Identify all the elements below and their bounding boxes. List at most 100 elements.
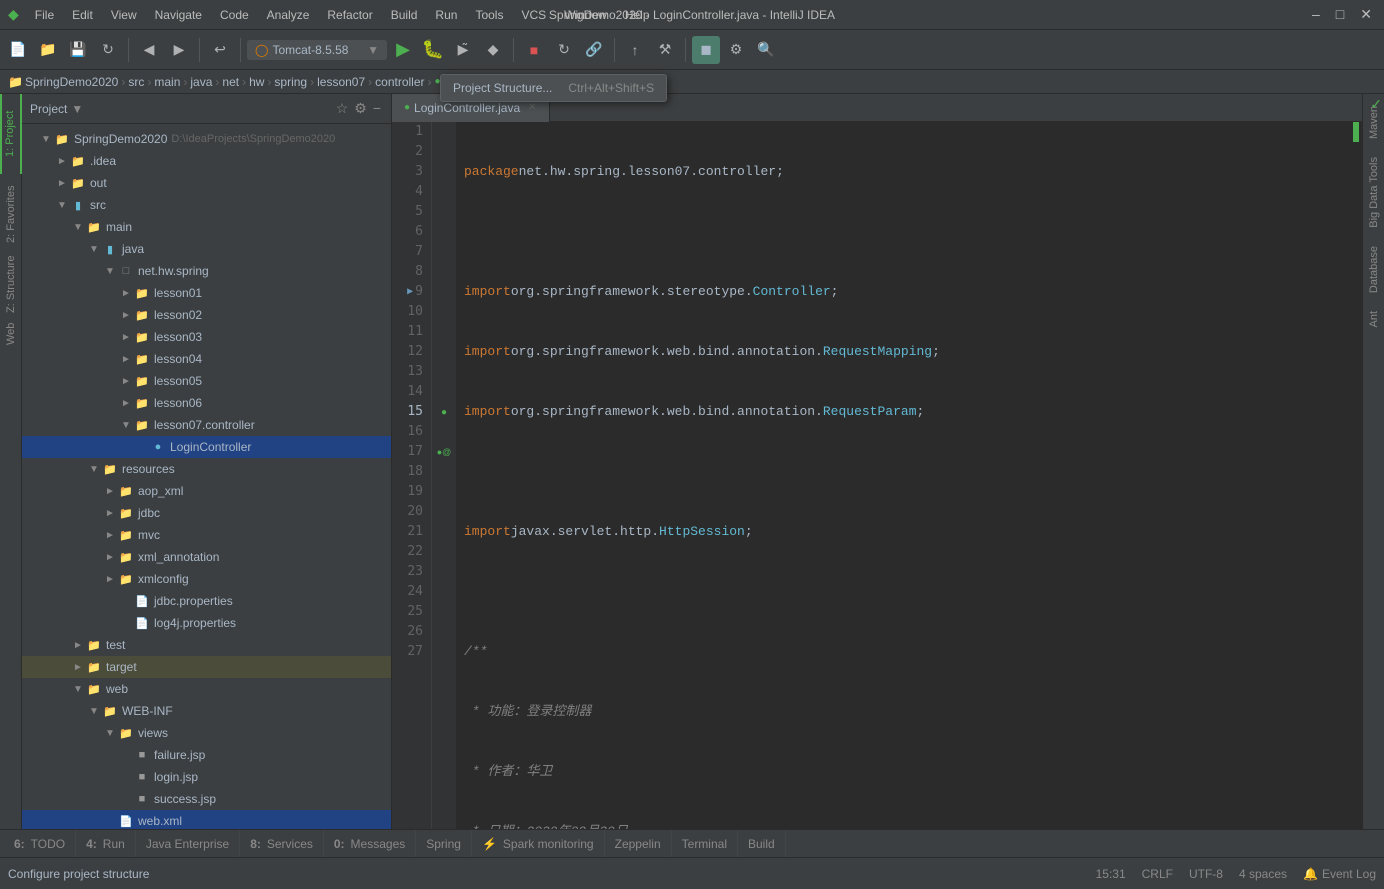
run-tab[interactable]: 4: Run — [76, 830, 136, 858]
tree-jdbc-properties[interactable]: 📄 jdbc.properties — [22, 590, 391, 612]
breadcrumb-src[interactable]: src — [128, 75, 144, 89]
database-panel-button[interactable]: Database — [1365, 238, 1383, 301]
ant-panel-button[interactable]: Ant — [1365, 303, 1383, 336]
tree-lesson01[interactable]: ► 📁 lesson01 — [22, 282, 391, 304]
tree-xmlconfig[interactable]: ► 📁 xmlconfig — [22, 568, 391, 590]
stop-button[interactable]: ■ — [520, 36, 548, 64]
menu-tools[interactable]: Tools — [467, 6, 511, 24]
breadcrumb-main[interactable]: main — [154, 75, 180, 89]
breadcrumb-net[interactable]: net — [222, 75, 239, 89]
line-col-indicator[interactable]: 15:31 — [1096, 867, 1126, 881]
debug-button[interactable]: 🐛 — [419, 36, 447, 64]
hide-icon[interactable]: − — [371, 98, 383, 119]
tree-idea[interactable]: ► 📁 .idea — [22, 150, 391, 172]
tree-login-jsp[interactable]: ■ login.jsp — [22, 766, 391, 788]
search-everywhere-button[interactable]: 🔍 — [752, 36, 780, 64]
tree-aop[interactable]: ► 📁 aop_xml — [22, 480, 391, 502]
back-button[interactable]: ◀ — [135, 36, 163, 64]
save-all-button[interactable]: 💾 — [64, 36, 92, 64]
build-tab[interactable]: Build — [738, 830, 786, 858]
new-file-button[interactable]: 📄 — [4, 36, 32, 64]
tree-failure-jsp[interactable]: ■ failure.jsp — [22, 744, 391, 766]
open-button[interactable]: 📁 — [34, 36, 62, 64]
menu-build[interactable]: Build — [383, 6, 426, 24]
project-tool-button[interactable]: 1: Project — [0, 94, 22, 174]
breadcrumb-spring[interactable]: spring — [274, 75, 307, 89]
event-log-button[interactable]: 🔔 Event Log — [1303, 867, 1376, 881]
menu-run[interactable]: Run — [427, 6, 465, 24]
crlf-indicator[interactable]: CRLF — [1142, 867, 1173, 881]
undo-button[interactable]: ↩ — [206, 36, 234, 64]
spring-tab[interactable]: Spring — [416, 830, 472, 858]
tree-success-jsp[interactable]: ■ success.jsp — [22, 788, 391, 810]
menu-file[interactable]: File — [27, 6, 62, 24]
build-artifact-button[interactable]: ⚒ — [651, 36, 679, 64]
tree-lesson07[interactable]: ▼ 📁 lesson07.controller — [22, 414, 391, 436]
scope-icon[interactable]: ☆ — [334, 98, 351, 119]
menu-refactor[interactable]: Refactor — [319, 6, 380, 24]
tree-webinf[interactable]: ▼ 📁 WEB-INF — [22, 700, 391, 722]
tree-lesson02[interactable]: ► 📁 lesson02 — [22, 304, 391, 326]
run-configuration[interactable]: ◯ Tomcat-8.5.58 ▼ — [247, 40, 387, 60]
spark-monitoring-tab[interactable]: ⚡ Spark monitoring — [472, 830, 605, 858]
structure-tool-button[interactable]: Z: Structure — [0, 254, 22, 314]
tree-logincontroller[interactable]: ● LoginController — [22, 436, 391, 458]
tree-mvc[interactable]: ► 📁 mvc — [22, 524, 391, 546]
tree-lesson03[interactable]: ► 📁 lesson03 — [22, 326, 391, 348]
close-button[interactable]: ✕ — [1356, 6, 1376, 23]
terminal-tab[interactable]: Terminal — [672, 830, 738, 858]
project-structure-button[interactable]: ◼ — [692, 36, 720, 64]
web-tool-button[interactable]: Web — [0, 314, 22, 354]
indent-indicator[interactable]: 4 spaces — [1239, 867, 1287, 881]
maximize-button[interactable]: □ — [1332, 6, 1348, 23]
tree-views[interactable]: ▼ 📁 views — [22, 722, 391, 744]
breadcrumb-hw[interactable]: hw — [249, 75, 264, 89]
settings-icon[interactable]: ⚙ — [352, 98, 369, 119]
tab-close-button[interactable]: ✕ — [528, 102, 536, 113]
restart-button[interactable]: ↻ — [550, 36, 578, 64]
java-enterprise-tab[interactable]: Java Enterprise — [136, 830, 240, 858]
encoding-indicator[interactable]: UTF-8 — [1189, 867, 1223, 881]
menu-edit[interactable]: Edit — [64, 6, 101, 24]
tree-main[interactable]: ▼ 📁 main — [22, 216, 391, 238]
menu-code[interactable]: Code — [212, 6, 257, 24]
tree-web-xml[interactable]: 📄 web.xml — [22, 810, 391, 829]
tree-lesson04[interactable]: ► 📁 lesson04 — [22, 348, 391, 370]
tree-web[interactable]: ▼ 📁 web — [22, 678, 391, 700]
menu-navigate[interactable]: Navigate — [147, 6, 210, 24]
sidebar-dropdown[interactable]: ▼ — [71, 102, 83, 116]
zeppelin-tab[interactable]: Zeppelin — [605, 830, 672, 858]
tree-root[interactable]: ▼ 📁 SpringDemo2020 D:\IdeaProjects\Sprin… — [22, 128, 391, 150]
big-data-tools-button[interactable]: Big Data Tools — [1365, 149, 1383, 236]
tree-resources[interactable]: ▼ 📁 resources — [22, 458, 391, 480]
services-tab[interactable]: 8: Services — [240, 830, 324, 858]
tree-log4j-properties[interactable]: 📄 log4j.properties — [22, 612, 391, 634]
code-area[interactable]: package net.hw.spring.lesson07.controlle… — [456, 122, 1350, 829]
tree-jdbc[interactable]: ► 📁 jdbc — [22, 502, 391, 524]
tree-out[interactable]: ► 📁 out — [22, 172, 391, 194]
breadcrumb-project[interactable]: SpringDemo2020 — [25, 75, 118, 89]
menu-analyze[interactable]: Analyze — [259, 6, 318, 24]
coverage-button[interactable]: ▶̃ — [449, 36, 477, 64]
update-button[interactable]: ↑ — [621, 36, 649, 64]
tree-xml-annotation[interactable]: ► 📁 xml_annotation — [22, 546, 391, 568]
favorites-tool-button[interactable]: 2: Favorites — [0, 174, 22, 254]
breadcrumb-java[interactable]: java — [190, 75, 212, 89]
tree-lesson05[interactable]: ► 📁 lesson05 — [22, 370, 391, 392]
attach-debugger-button[interactable]: 🔗 — [580, 36, 608, 64]
menu-view[interactable]: View — [103, 6, 145, 24]
minimize-button[interactable]: – — [1308, 6, 1324, 23]
tree-target[interactable]: ► 📁 target — [22, 656, 391, 678]
tree-package[interactable]: ▼ □ net.hw.spring — [22, 260, 391, 282]
todo-tab[interactable]: 6: TODO — [4, 830, 76, 858]
messages-tab[interactable]: 0: Messages — [324, 830, 416, 858]
breadcrumb-controller[interactable]: controller — [375, 75, 424, 89]
forward-button[interactable]: ▶ — [165, 36, 193, 64]
synchronize-button[interactable]: ↻ — [94, 36, 122, 64]
breadcrumb-lesson07[interactable]: lesson07 — [317, 75, 365, 89]
tree-test[interactable]: ► 📁 test — [22, 634, 391, 656]
run-button[interactable]: ▶ — [389, 36, 417, 64]
tree-src[interactable]: ▼ ▮ src — [22, 194, 391, 216]
tree-lesson06[interactable]: ► 📁 lesson06 — [22, 392, 391, 414]
ide-settings-button[interactable]: ⚙ — [722, 36, 750, 64]
